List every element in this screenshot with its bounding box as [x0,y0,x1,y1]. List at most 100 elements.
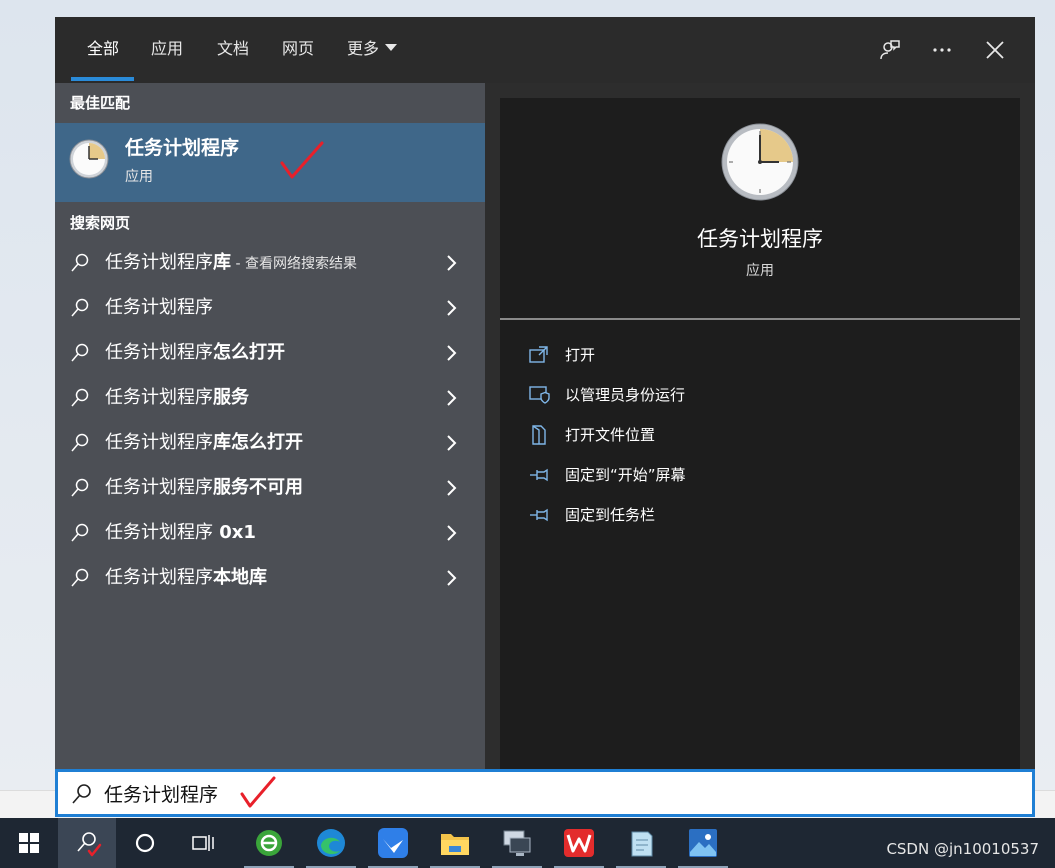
detail-title: 任务计划程序 [697,227,823,251]
best-match-title: 任务计划程序 [125,137,240,159]
open-action-label: 打开 [565,346,596,364]
query-text: 任务计划程序 [105,477,213,498]
search-input[interactable] [104,778,504,808]
tab-apps[interactable]: 应用 [151,37,183,61]
suggestion-text: 库 [213,252,231,273]
search-icon [77,832,102,857]
web-search-result[interactable]: 任务计划程序本地库 [55,556,485,601]
search-icon [71,298,89,317]
chevron-right-icon[interactable] [445,479,459,497]
taskbar-notepad[interactable] [612,818,670,868]
admin-shield-icon [529,386,550,404]
best-match-item[interactable]: 任务计划程序 应用 [55,123,485,202]
feishu-icon [378,828,408,858]
chevron-right-icon[interactable] [445,524,459,542]
web-search-result[interactable]: 任务计划程序服务不可用 [55,466,485,511]
web-search-result[interactable]: 任务计划程序怎么打开 [55,331,485,376]
chevron-right-icon[interactable] [445,299,459,317]
search-icon [71,568,89,587]
suggestion-text: 库怎么打开 [213,432,303,453]
search-box[interactable] [55,769,1035,817]
red-check-annotation [280,141,324,179]
search-icon [71,478,89,497]
results-pane: 最佳匹配 任务计划程序 应用 搜索网页 任务计划程序库 - 查看网络搜索结果 任务… [55,83,485,769]
web-search-result-text: 任务计划程序 [105,296,213,321]
taskbar-search-button[interactable] [58,818,116,868]
csdn-watermark: CSDN @jn10010537 [886,840,1039,858]
web-result-hint: - 查看网络搜索结果 [231,256,357,272]
search-icon [71,343,89,362]
web-search-result-text: 任务计划程序库怎么打开 [105,431,303,456]
best-match-heading: 最佳匹配 [70,94,131,112]
pin-to-start-action[interactable]: 固定到“开始”屏幕 [528,462,828,488]
taskbar: CSDN @jn10010537 [0,818,1055,868]
pin-to-taskbar-action[interactable]: 固定到任务栏 [528,502,828,528]
feedback-icon[interactable] [877,37,903,63]
search-icon [71,433,89,452]
open-action[interactable]: 打开 [528,342,828,368]
pin-to-taskbar-label: 固定到任务栏 [565,506,656,524]
web-search-result-text: 任务计划程序本地库 [105,566,267,591]
task-view-icon [192,835,214,851]
pin-to-start-label: 固定到“开始”屏幕 [565,466,686,484]
web-search-result[interactable]: 任务计划程序 0x1 [55,511,485,556]
search-icon [72,784,91,804]
chevron-right-icon[interactable] [445,434,459,452]
web-search-result[interactable]: 任务计划程序库 - 查看网络搜索结果 [55,241,485,286]
cortana-button[interactable] [116,818,174,868]
tab-documents[interactable]: 文档 [217,37,249,61]
suggestion-text: 本地库 [213,567,267,588]
web-search-result[interactable]: 任务计划程序 [55,286,485,331]
search-icon [71,388,89,407]
taskbar-photos[interactable] [674,818,732,868]
taskbar-feishu[interactable] [364,818,422,868]
file-explorer-icon [441,834,469,855]
taskbar-green-browser[interactable] [240,818,298,868]
web-search-result-text: 任务计划程序服务 [105,386,249,411]
detail-subtitle: 应用 [746,263,774,279]
taskbar-file-explorer[interactable] [426,818,484,868]
suggestion-text: 服务 [213,387,249,408]
search-filter-bar: 全部 应用 文档 网页 更多 [55,17,1035,83]
red-check-annotation [240,776,276,808]
web-search-heading: 搜索网页 [70,214,131,232]
taskbar-remote-desktop[interactable] [488,818,546,868]
taskbar-edge[interactable] [302,818,360,868]
best-match-subtitle: 应用 [125,169,153,185]
tab-all[interactable]: 全部 [87,37,119,61]
task-scheduler-clock-icon [69,139,109,179]
task-view-button[interactable] [174,818,232,868]
task-scheduler-clock-icon [721,123,799,201]
start-icon [19,833,39,853]
wps-icon [564,829,594,857]
tab-web[interactable]: 网页 [282,37,314,61]
chevron-right-icon[interactable] [445,569,459,587]
run-as-admin-label: 以管理员身份运行 [565,386,686,404]
start-button[interactable] [0,818,58,868]
web-search-result-text: 任务计划程序怎么打开 [105,341,285,366]
chevron-right-icon[interactable] [445,254,459,272]
open-file-location-action[interactable]: 打开文件位置 [528,422,828,448]
photos-icon [689,829,717,857]
web-search-result[interactable]: 任务计划程序库怎么打开 [55,421,485,466]
query-text: 任务计划程序 [105,342,213,363]
taskbar-wps[interactable] [550,818,608,868]
close-icon[interactable] [982,37,1008,63]
detail-card: 任务计划程序 应用 打开 以管理员身份运行 打开文件位置 固定到“开始”屏幕 固… [500,98,1020,769]
tab-more-label: 更多 [347,39,380,58]
active-tab-indicator [71,77,134,81]
chevron-right-icon[interactable] [445,389,459,407]
suggestion-text: 0x1 [213,522,256,543]
run-as-admin-action[interactable]: 以管理员身份运行 [528,382,828,408]
suggestion-text: 怎么打开 [213,342,285,363]
open-file-location-label: 打开文件位置 [565,426,656,444]
web-search-result-text: 任务计划程序库 - 查看网络搜索结果 [105,251,357,276]
chevron-right-icon[interactable] [445,344,459,362]
remote-desktop-icon [503,830,531,856]
web-search-result[interactable]: 任务计划程序服务 [55,376,485,421]
suggestion-text: 服务不可用 [213,477,303,498]
search-icon [71,253,89,272]
query-text: 任务计划程序 [105,252,213,273]
more-options-icon[interactable] [929,37,955,63]
tab-more[interactable]: 更多 [347,37,398,61]
